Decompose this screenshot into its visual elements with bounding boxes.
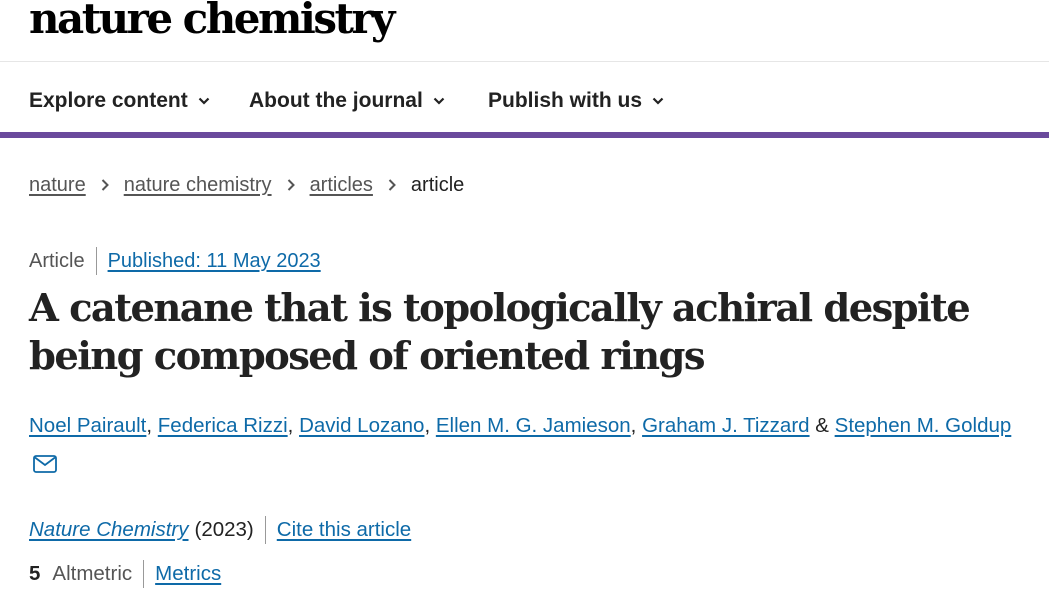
journal-logo[interactable]: nature chemistry: [29, 0, 395, 44]
author-separator: ,: [424, 414, 431, 437]
author-link[interactable]: Stephen M. Goldup: [835, 414, 1012, 437]
nav-explore-content-label: Explore content: [29, 89, 188, 112]
article-title: A catenane that is topologically achiral…: [29, 286, 971, 379]
chevron-right-icon: [388, 179, 396, 191]
breadcrumb-link-nature[interactable]: nature: [29, 171, 86, 199]
nav-publish-with-us-label: Publish with us: [488, 89, 643, 112]
author-link[interactable]: Federica Rizzi: [158, 414, 288, 437]
chevron-right-icon: [287, 179, 295, 191]
author-ampersand: &: [815, 414, 829, 437]
breadcrumb-link-nature-chemistry[interactable]: nature chemistry: [124, 171, 272, 199]
nav-about-journal-label: About the journal: [249, 89, 423, 112]
author-link[interactable]: Ellen M. G. Jamieson: [436, 414, 631, 437]
breadcrumb-link-articles[interactable]: articles: [310, 171, 373, 199]
altmetric-count: 5: [29, 562, 41, 585]
article-type: Article: [29, 250, 85, 272]
chevron-down-icon: [198, 97, 209, 105]
journal-name-link[interactable]: Nature Chemistry: [29, 515, 189, 545]
divider: [143, 560, 145, 588]
divider: [264, 516, 266, 544]
publication-year: (2023): [194, 518, 254, 541]
author-list: Noel Pairault, Federica Rizzi, David Loz…: [29, 411, 1011, 441]
site-header: nature chemistry: [0, 0, 1049, 62]
author-link[interactable]: David Lozano: [299, 414, 424, 437]
author-link[interactable]: Graham J. Tizzard: [642, 414, 809, 437]
author-separator: ,: [630, 414, 637, 437]
published-date-link[interactable]: Published: 11 May 2023: [108, 246, 321, 276]
breadcrumb: nature nature chemistry articles article: [29, 171, 464, 199]
chevron-down-icon: [652, 97, 664, 105]
main-nav: Explore content About the journal Publis…: [0, 63, 1049, 138]
author-separator: ,: [287, 414, 294, 437]
nav-about-journal[interactable]: About the journal: [249, 87, 445, 115]
cite-article-link[interactable]: Cite this article: [277, 515, 411, 545]
author-link[interactable]: Noel Pairault: [29, 414, 146, 437]
divider: [95, 247, 97, 275]
nav-publish-with-us[interactable]: Publish with us: [488, 87, 664, 115]
metrics-link[interactable]: Metrics: [155, 559, 221, 589]
chevron-down-icon: [433, 97, 445, 105]
article-meta: Article Published: 11 May 2023: [29, 246, 321, 276]
breadcrumb-current: article: [410, 174, 465, 196]
chevron-right-icon: [101, 179, 109, 191]
metrics-row: 5 Altmetric Metrics: [29, 559, 221, 589]
nav-explore-content[interactable]: Explore content: [29, 87, 210, 115]
author-separator: ,: [146, 414, 153, 437]
citation-row: Nature Chemistry (2023) Cite this articl…: [29, 515, 411, 545]
altmetric-label: Altmetric: [52, 562, 133, 585]
mail-icon[interactable]: [33, 455, 57, 473]
